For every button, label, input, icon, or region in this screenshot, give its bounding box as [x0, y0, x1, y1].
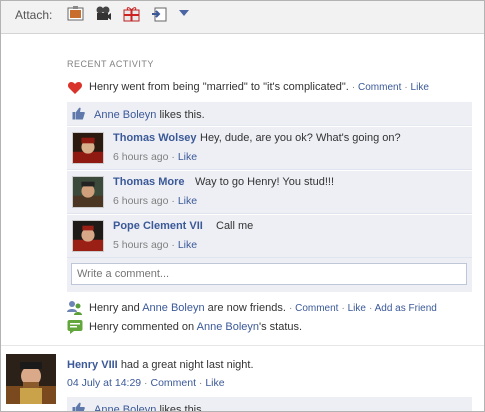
post-like-link[interactable]: Like [205, 377, 224, 389]
thumbs-up-icon [72, 402, 85, 411]
comment-story-name-link[interactable]: Anne Boleyn [197, 321, 259, 333]
post-line: Henry VIII had a great night last night. [67, 359, 254, 371]
friends-icon [67, 300, 83, 316]
friend-story: Henry and Anne Boleyn are now friends. ·… [89, 302, 437, 314]
comment-bubble-icon [67, 319, 83, 335]
comment-item: Thomas More Way to go Henry! You stud!!!… [67, 171, 472, 214]
comment-author-link[interactable]: Thomas More [113, 176, 185, 188]
post-likes-name-link[interactable]: Anne Boleyn [94, 404, 156, 411]
likes-name-link[interactable]: Anne Boleyn [94, 109, 156, 121]
comment-author-link[interactable]: Pope Clement VII [113, 220, 203, 232]
avatar[interactable] [72, 132, 104, 164]
comment-like-link[interactable]: Like [178, 195, 197, 207]
friend-name-link[interactable]: Anne Boleyn [142, 302, 204, 314]
comment-item: Pope Clement VII Call me 5 hours ago · L… [67, 215, 472, 258]
comment-item: Thomas Wolsey Hey, dude, are you ok? Wha… [67, 127, 472, 170]
status-like-link[interactable]: Like [411, 82, 429, 93]
chevron-down-icon[interactable] [179, 10, 189, 16]
comment-story: Henry commented on Anne Boleyn's status. [89, 321, 303, 333]
divider [1, 345, 484, 346]
likes-row: Anne Boleyn likes this. [67, 102, 472, 126]
attach-label: Attach: [15, 8, 53, 22]
share-link-icon[interactable] [151, 5, 168, 22]
photo-icon[interactable] [67, 5, 84, 22]
heart-icon [67, 80, 83, 96]
likes-text: Anne Boleyn likes this. [94, 109, 205, 121]
post-likes-row: Anne Boleyn likes this. [67, 397, 472, 411]
comment-input[interactable] [71, 263, 467, 285]
comment-author-link[interactable]: Thomas Wolsey [113, 132, 197, 144]
friend-like-link[interactable]: Like [348, 303, 366, 314]
attach-bar: Attach: [1, 1, 484, 34]
avatar[interactable] [72, 176, 104, 208]
post-meta: 04 July at 14:29 · Comment · Like [67, 377, 225, 389]
comment-box-wrap [67, 258, 472, 292]
post-likes-text: Anne Boleyn likes this. [94, 404, 205, 411]
comment-meta: 5 hours ago · Like [113, 239, 198, 251]
post-text: had a great night last night. [120, 359, 254, 371]
add-as-friend-link[interactable]: Add as Friend [375, 303, 437, 314]
avatar[interactable] [6, 354, 56, 404]
comment-text: Call me [216, 220, 254, 232]
recent-activity-title: RECENT ACTIVITY [67, 59, 154, 69]
status-story: Henry went from being "married" to "it's… [89, 81, 429, 93]
comment-like-link[interactable]: Like [178, 151, 197, 163]
post-comment-link[interactable]: Comment [150, 377, 196, 389]
comment-text: Hey, dude, are you ok? What's going on? [200, 132, 401, 144]
facebook-profile-wall: Attach: RECENT ACTIVITY Henry went from … [0, 0, 485, 412]
friend-comment-link[interactable]: Comment [295, 303, 338, 314]
avatar[interactable] [72, 220, 104, 252]
post-author-link[interactable]: Henry VIII [67, 359, 118, 371]
status-story-text: Henry went from being "married" to "it's… [89, 81, 349, 93]
comment-meta: 6 hours ago · Like [113, 195, 198, 207]
status-comment-link[interactable]: Comment [358, 82, 401, 93]
comment-meta: 6 hours ago · Like [113, 151, 198, 163]
comment-text: Way to go Henry! You stud!!! [195, 176, 335, 188]
gift-icon[interactable] [123, 5, 140, 22]
video-icon[interactable] [95, 5, 112, 22]
thumbs-up-icon [72, 107, 85, 120]
post-time-link[interactable]: 04 July at 14:29 [67, 377, 141, 389]
comment-like-link[interactable]: Like [178, 239, 197, 251]
